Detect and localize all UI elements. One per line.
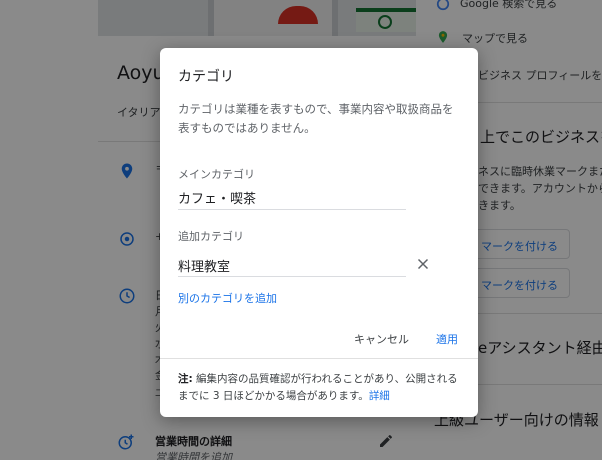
dialog-note: 注: 編集内容の品質確認が行われることがあり、公開されるまでに 3 日ほどかかる… xyxy=(178,371,464,405)
category-dialog: カテゴリ カテゴリは業種を表すもので、事業内容や取扱商品を表すものではありません… xyxy=(160,48,478,417)
additional-category-underline xyxy=(178,276,406,277)
main-category-input[interactable]: カフェ・喫茶 xyxy=(178,188,256,207)
note-prefix: 注: xyxy=(178,373,193,385)
additional-category-label: 追加カテゴリ xyxy=(178,230,244,243)
main-category-underline xyxy=(178,209,406,210)
apply-button[interactable]: 適用 xyxy=(436,331,458,347)
main-category-label: メインカテゴリ xyxy=(178,168,255,181)
cancel-button[interactable]: キャンセル xyxy=(354,331,409,347)
add-another-category-link[interactable]: 別のカテゴリを追加 xyxy=(178,290,277,306)
note-text: 編集内容の品質確認が行われることがあり、公開されるまでに 3 日ほどかかる場合が… xyxy=(178,373,458,402)
clear-category-close-icon[interactable] xyxy=(414,255,432,273)
dialog-description: カテゴリは業種を表すもので、事業内容や取扱商品を表すものではありません。 xyxy=(178,102,454,135)
dialog-title: カテゴリ xyxy=(178,69,234,85)
additional-category-input[interactable]: 料理教室 xyxy=(178,256,230,275)
dialog-divider xyxy=(160,358,478,359)
details-link[interactable]: 詳細 xyxy=(369,390,390,402)
